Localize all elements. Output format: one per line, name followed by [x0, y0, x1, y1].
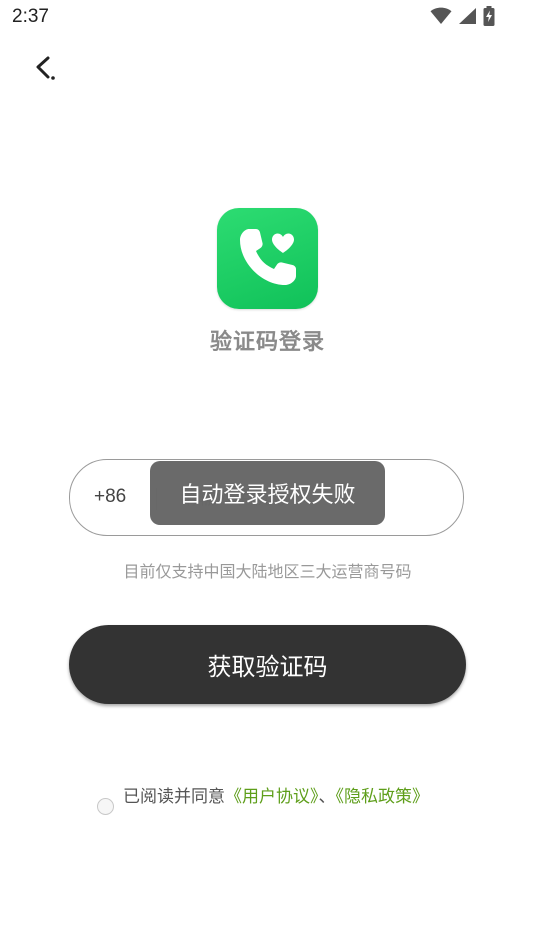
agree-checkbox[interactable] [97, 798, 114, 815]
user-agreement-link[interactable]: 《用户协议》 [225, 787, 319, 807]
phone-heart-icon [234, 223, 302, 295]
agreement-prefix: 已阅读并同意 [123, 787, 225, 807]
app-logo [217, 208, 318, 309]
wifi-icon [430, 7, 452, 29]
back-chevron-icon [31, 53, 61, 87]
status-icons [430, 6, 495, 30]
status-bar: 2:37 [0, 0, 535, 36]
agreement-text: 已阅读并同意《用户协议》、《隐私政策》 [123, 784, 433, 810]
status-time: 2:37 [12, 6, 49, 27]
back-button[interactable] [24, 50, 68, 90]
get-code-button[interactable]: 获取验证码 [69, 625, 466, 704]
support-hint: 目前仅支持中国大陆地区三大运营商号码 [123, 562, 412, 581]
battery-charging-icon [483, 6, 495, 30]
page-title: 验证码登录 [209, 330, 325, 355]
toast-message: 自动登录授权失败 [150, 461, 385, 525]
country-code[interactable]: +86 [94, 486, 126, 508]
agreement-separator: 、 [318, 787, 336, 807]
cellular-signal-icon [458, 7, 477, 29]
privacy-policy-link[interactable]: 《隐私政策》 [336, 787, 430, 807]
